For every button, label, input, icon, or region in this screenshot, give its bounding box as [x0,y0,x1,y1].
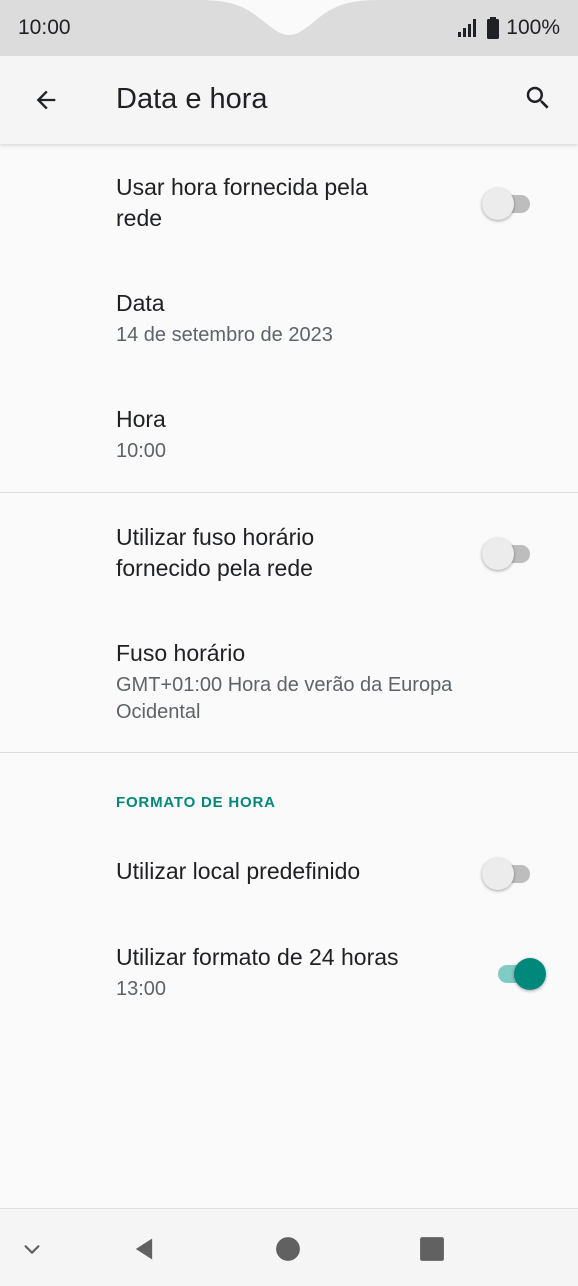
setting-value: 10:00 [116,440,167,462]
status-time: 10:00 [18,16,71,39]
setting-title: Utilizar formato de 24 horas [116,944,399,970]
section-header-time-format: FORMATO DE HORA [116,794,276,811]
toggle-thumb [514,958,546,990]
toggle-thumb [482,188,514,220]
triangle-back-icon [135,1238,153,1260]
status-indicators: 100% [456,16,560,40]
nav-collapse-button[interactable] [14,1231,50,1267]
24h-format-toggle[interactable] [492,954,546,990]
notch [200,0,378,35]
setting-time[interactable]: Hora 10:00 [0,392,578,492]
search-button[interactable] [520,80,556,116]
setting-value: Ocidental [116,701,201,723]
nav-home-button[interactable] [270,1231,306,1267]
signal-icon [458,19,477,37]
setting-network-timezone[interactable]: Utilizar fuso horário fornecido pela red… [0,510,578,610]
setting-title: fornecido pela rede [116,555,313,581]
setting-24h-format[interactable]: Utilizar formato de 24 horas 13:00 [0,924,578,1024]
arrow-left-icon [36,90,56,110]
square-recents-icon [420,1237,444,1261]
setting-title: rede [116,205,163,231]
setting-title: Usar hora fornecida pela [116,174,368,200]
toggle-thumb [482,538,514,570]
setting-title: Fuso horário [116,640,246,666]
setting-value: 14 de setembro de 2023 [116,324,333,346]
nav-back-button[interactable] [126,1231,162,1267]
circle-home-icon [276,1237,300,1261]
divider [0,752,578,753]
setting-title: Data [116,290,165,316]
locale-default-toggle[interactable] [482,854,536,890]
setting-title: Utilizar local predefinido [116,858,361,884]
setting-title: Utilizar fuso horário [116,524,315,550]
battery-percent: 100% [506,16,560,39]
setting-timezone[interactable]: Fuso horário GMT+01:00 Hora de verão da … [0,626,578,746]
battery-icon [487,17,500,39]
back-button[interactable] [28,82,64,118]
chevron-down-icon [24,1245,40,1254]
setting-title: Hora [116,406,166,432]
status-bar: 10:00 100% [0,0,578,56]
nav-recents-button[interactable] [414,1231,450,1267]
divider [0,492,578,493]
system-nav-bar [0,1208,578,1286]
search-icon [526,86,549,109]
network-timezone-toggle[interactable] [482,534,536,570]
setting-value: GMT+01:00 Hora de verão da Europa [116,674,453,696]
setting-date[interactable]: Data 14 de setembro de 2023 [0,276,578,376]
setting-network-time[interactable]: Usar hora fornecida pela rede [0,160,578,260]
page-title: Data e hora [116,83,268,115]
setting-value: 13:00 [116,978,167,1000]
toggle-thumb [482,858,514,890]
network-time-toggle[interactable] [482,184,536,220]
setting-locale-default[interactable]: Utilizar local predefinido [0,836,578,906]
app-toolbar: Data e hora [0,56,578,144]
